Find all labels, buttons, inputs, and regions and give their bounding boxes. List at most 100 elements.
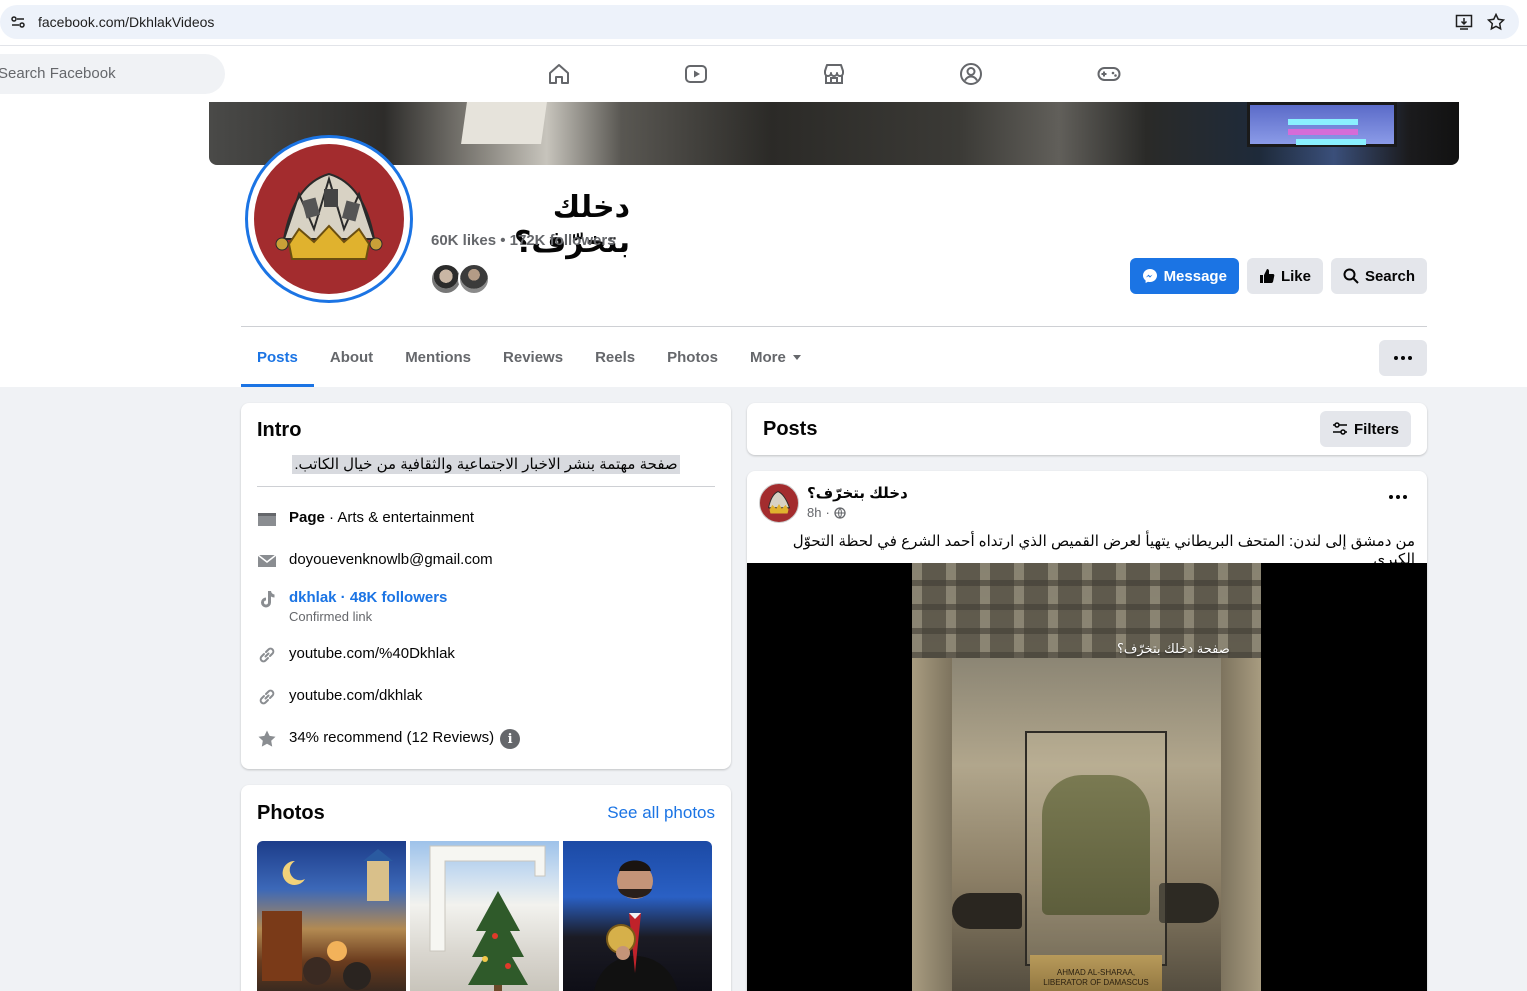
intro-divider — [257, 486, 715, 487]
tiktok-link[interactable]: dkhlak · 48K followers — [289, 589, 447, 606]
filters-label: Filters — [1353, 420, 1399, 438]
page-more-options-button[interactable] — [1379, 340, 1427, 376]
search-icon — [1343, 268, 1359, 284]
page-bio: صفحة مهتمة بنشر الاخبار الاجتماعية والثق… — [257, 455, 715, 474]
install-app-icon[interactable] — [1455, 13, 1473, 31]
cover-typewriter-paper — [461, 102, 547, 144]
friend-avatar[interactable] — [458, 263, 490, 295]
nav-groups[interactable] — [903, 46, 1041, 102]
nav-marketplace[interactable] — [765, 46, 903, 102]
post-card: دخلك بتخرّف؟ 8h · من دمشق إلى لندن: المت… — [747, 471, 1427, 991]
link-icon — [259, 647, 275, 663]
tab-label: Mentions — [405, 348, 472, 366]
intro-title: Intro — [257, 419, 302, 441]
plinth-inscription: AHMAD AL-SHARAA, LIBERATOR OF DAMASCUS — [1030, 968, 1162, 988]
home-icon — [548, 64, 569, 84]
intro-link-row: youtube.com/dkhlak — [257, 687, 715, 707]
plinth-line: AHMAD AL-SHARAA, — [1056, 968, 1136, 977]
gaming-icon — [1097, 67, 1121, 81]
search-button-label: Search — [1364, 267, 1415, 285]
tab-reviews[interactable]: Reviews — [487, 327, 579, 387]
messenger-icon — [1142, 269, 1157, 283]
photo-thumbnail-christmas-tree[interactable] — [410, 841, 559, 991]
museum-cannon — [952, 893, 1022, 929]
nav-video[interactable] — [628, 46, 766, 102]
tiktok-icon — [261, 591, 275, 608]
plinth-line: LIBERATOR OF DAMASCUS — [1043, 978, 1149, 987]
globe-icon — [834, 506, 846, 519]
post-media[interactable]: AHMAD AL-SHARAA, LIBERATOR OF DAMASCUS ص… — [747, 563, 1427, 991]
posts-title: Posts — [763, 418, 818, 440]
facebook-search-input[interactable] — [0, 65, 198, 82]
tab-label: Reels — [595, 348, 636, 366]
intro-rating-row: 34% recommend (12 Reviews) i — [257, 729, 715, 749]
tab-label: Posts — [257, 348, 298, 366]
youtube-link-2[interactable]: youtube.com/dkhlak — [289, 687, 422, 704]
image-watermark: صفحة دخلك بتخرّف؟ — [1117, 641, 1230, 656]
tab-more[interactable]: More — [734, 327, 817, 387]
intro-card: Intro صفحة مهتمة بنشر الاخبار الاجتماعية… — [241, 403, 731, 769]
tab-mentions[interactable]: Mentions — [389, 327, 487, 387]
message-button-label: Message — [1163, 267, 1227, 285]
cover-photo[interactable] — [209, 102, 1459, 165]
tab-photos[interactable]: Photos — [651, 327, 734, 387]
url-actions — [1455, 12, 1506, 31]
posts-header-card: Posts Filters — [747, 403, 1427, 455]
post-timestamp[interactable]: 8h — [807, 505, 821, 520]
filters-button[interactable]: Filters — [1319, 411, 1411, 447]
intro-tiktok-row: dkhlak · 48K followers Confirmed link — [257, 589, 715, 624]
video-icon — [685, 65, 708, 83]
intro-category-row: Page · Arts & entertainment — [257, 509, 715, 529]
cover-monitor — [1247, 102, 1397, 147]
intro-email-row: doyouevenknowlb@gmail.com — [257, 551, 715, 571]
like-button[interactable]: Like — [1246, 258, 1323, 294]
email-text[interactable]: doyouevenknowlb@gmail.com — [289, 551, 493, 568]
url-text[interactable]: facebook.com/DkhlakVideos — [38, 14, 214, 30]
message-button[interactable]: Message — [1129, 258, 1239, 294]
tab-posts[interactable]: Posts — [241, 327, 314, 387]
museum-pillar — [1221, 658, 1261, 991]
tab-label: More — [749, 348, 786, 366]
address-bar[interactable]: facebook.com/DkhlakVideos — [0, 5, 1519, 39]
tab-label: Photos — [667, 348, 718, 366]
groups-icon — [960, 63, 983, 85]
tab-reels[interactable]: Reels — [579, 327, 651, 387]
photo-grid — [257, 841, 712, 991]
photo-thumbnail-speaker-with-coin[interactable] — [563, 841, 712, 991]
post-image-museum-jacket[interactable]: AHMAD AL-SHARAA, LIBERATOR OF DAMASCUS ص… — [912, 563, 1261, 991]
site-settings-icon[interactable] — [10, 14, 26, 30]
search-page-button[interactable]: Search — [1330, 258, 1427, 294]
info-icon[interactable]: i — [500, 729, 521, 749]
see-all-photos-link[interactable]: See all photos — [607, 803, 715, 823]
facebook-top-nav — [0, 46, 1527, 102]
post-author-avatar[interactable] — [759, 483, 799, 523]
category-label: Page — [289, 509, 325, 526]
museum-cannon — [1159, 883, 1219, 923]
page-stats[interactable]: 60K likes • 172K followers — [431, 232, 616, 249]
filters-icon — [1332, 422, 1347, 435]
tab-about[interactable]: About — [314, 327, 389, 387]
profile-avatar-jester-logo — [254, 144, 404, 294]
ellipsis-icon — [1394, 356, 1398, 360]
rating-text[interactable]: 34% recommend (12 Reviews) — [289, 729, 494, 746]
nav-gaming[interactable] — [1040, 46, 1178, 102]
star-icon — [258, 730, 276, 747]
post-author-name[interactable]: دخلك بتخرّف؟ — [807, 484, 908, 502]
facebook-search-box[interactable] — [0, 54, 225, 94]
browser-toolbar: facebook.com/DkhlakVideos — [0, 0, 1527, 46]
profile-picture[interactable] — [245, 135, 413, 303]
nav-icons — [490, 46, 1178, 102]
tab-label: Reviews — [503, 348, 564, 366]
photo-thumbnail-ramadan-lanterns[interactable] — [257, 841, 406, 991]
intro-link-row: youtube.com/%40Dkhlak — [257, 645, 715, 665]
nav-home[interactable] — [490, 46, 628, 102]
youtube-link-1[interactable]: youtube.com/%40Dkhlak — [289, 645, 455, 662]
post-meta: 8h · — [807, 505, 846, 520]
friend-avatars[interactable] — [430, 263, 490, 295]
ellipsis-icon — [1389, 495, 1393, 499]
displayed-jacket — [1042, 775, 1150, 915]
post-options-button[interactable] — [1389, 495, 1407, 499]
bookmark-star-icon[interactable] — [1486, 12, 1506, 31]
photos-title: Photos — [257, 802, 325, 824]
profile-header: دخلك بتخرّف؟ 60K likes • 172K followers … — [0, 102, 1527, 387]
